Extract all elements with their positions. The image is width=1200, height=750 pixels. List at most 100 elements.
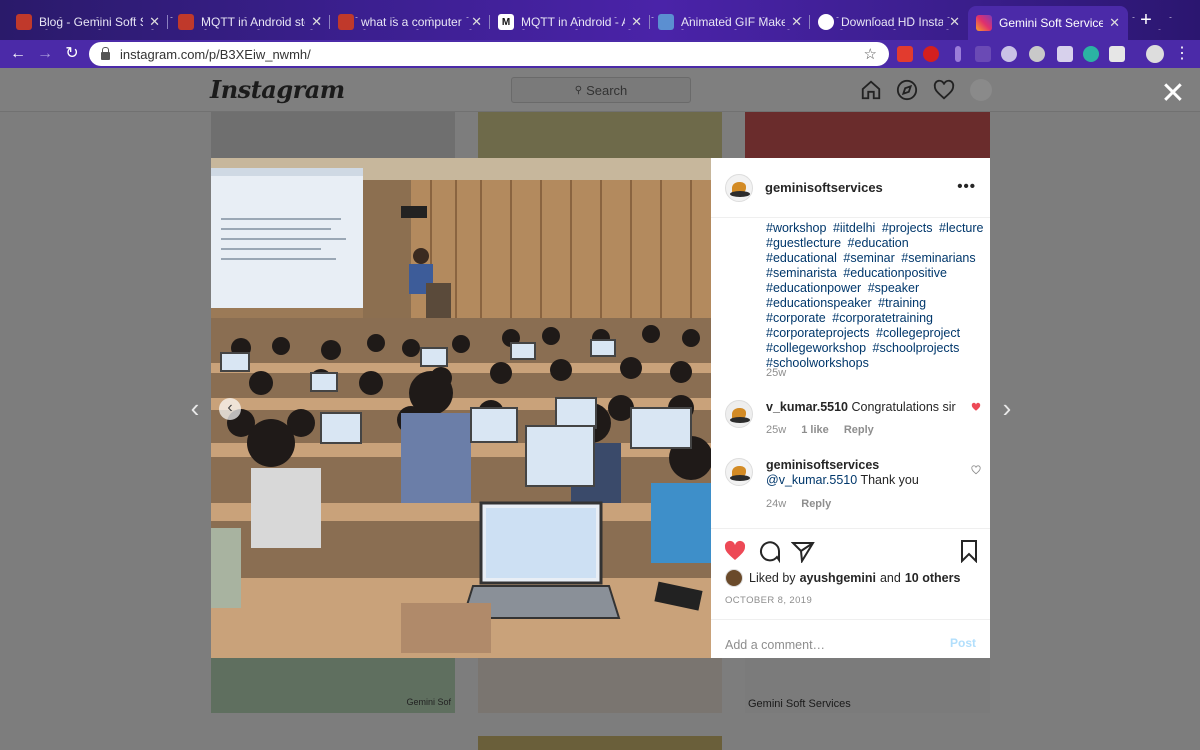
profile-avatar-icon[interactable] — [1146, 45, 1164, 63]
tab-gemini-instagram[interactable]: Gemini Soft Services ✕ — [968, 6, 1128, 40]
new-tab-button[interactable]: + — [1136, 10, 1156, 30]
blog-favicon-icon — [16, 14, 32, 30]
hashtag-link[interactable]: #guestlecture — [766, 236, 841, 250]
extension-icon[interactable] — [975, 46, 991, 62]
hashtag-link[interactable]: #projects — [882, 221, 933, 235]
comment-like-heart-icon[interactable] — [971, 402, 981, 412]
post-comment-button[interactable]: Post — [950, 636, 976, 650]
extension-icon[interactable] — [897, 46, 913, 62]
hashtag-link[interactable]: #corporateprojects — [766, 326, 870, 340]
activity-heart-icon[interactable] — [933, 79, 955, 101]
close-tab-icon[interactable]: ✕ — [949, 14, 960, 30]
browser-tab-strip: Blog - Gemini Soft Ser ✕ MQTT in Android… — [0, 0, 1200, 40]
close-modal-button[interactable]: ✕ — [1160, 79, 1186, 109]
close-tab-icon[interactable]: ✕ — [791, 14, 802, 30]
commenter-avatar[interactable] — [725, 400, 753, 428]
gif-maker-favicon-icon — [658, 14, 674, 30]
comment-username[interactable]: geminisoftservices — [766, 458, 879, 472]
hashtag-link[interactable]: #education — [848, 236, 909, 250]
explore-compass-icon[interactable] — [896, 79, 918, 101]
extension-icon[interactable] — [1083, 46, 1099, 62]
extension-icon[interactable] — [923, 46, 939, 62]
next-post-button[interactable]: › — [997, 395, 1017, 421]
classroom-photo — [211, 158, 711, 658]
extension-icon[interactable] — [1001, 46, 1017, 62]
extension-icon[interactable] — [1029, 46, 1045, 62]
tab-download-instagram[interactable]: Download HD Instagra ✕ — [810, 7, 968, 37]
hashtag-link[interactable]: #iitdelhi — [833, 221, 875, 235]
more-options-icon[interactable]: ••• — [957, 178, 976, 195]
comment-like-heart-icon[interactable] — [971, 465, 981, 475]
author-username[interactable]: geminisoftservices — [765, 180, 883, 195]
menu-dots-icon[interactable]: ⋮ — [1172, 44, 1192, 64]
close-tab-icon[interactable]: ✕ — [149, 14, 160, 30]
post-side-panel: geminisoftservices ••• #workshop #iitdel… — [711, 158, 990, 658]
prev-post-button[interactable]: ‹ — [185, 395, 205, 421]
hashtag-link[interactable]: #seminarista — [766, 266, 837, 280]
reload-icon[interactable]: ↻ — [62, 44, 82, 64]
hashtag-link[interactable]: #speaker — [868, 281, 919, 295]
caption-time: 25w — [766, 367, 787, 379]
hashtag-link[interactable]: #workshop — [766, 221, 826, 235]
instagram-logo[interactable]: Instagram — [210, 75, 345, 104]
comments-list[interactable]: #workshop #iitdelhi #projects #lecture #… — [711, 218, 990, 528]
reply-button[interactable]: Reply — [844, 424, 874, 436]
hashtag-link[interactable]: #seminar — [843, 251, 894, 265]
instagram-favicon-icon — [976, 15, 992, 31]
comment-likes[interactable]: 1 like — [801, 424, 829, 436]
save-bookmark-icon[interactable] — [957, 539, 981, 563]
reply-button[interactable]: Reply — [801, 498, 831, 510]
tab-title: MQTT in Android step — [201, 15, 305, 29]
hashtag-link[interactable]: #educational — [766, 251, 837, 265]
hashtag-link[interactable]: #training — [878, 296, 926, 310]
share-paper-plane-icon[interactable] — [791, 539, 815, 563]
extension-icon[interactable] — [955, 46, 961, 62]
instagram-navbar: Instagram ⚲ Search — [0, 68, 1200, 112]
close-tab-icon[interactable]: ✕ — [1109, 15, 1120, 31]
liked-by-others[interactable]: 10 others — [905, 571, 961, 585]
extension-icon[interactable] — [1109, 46, 1125, 62]
home-icon[interactable] — [860, 79, 882, 101]
liked-by-user[interactable]: ayushgemini — [800, 571, 876, 585]
search-icon: ⚲ — [574, 84, 583, 96]
comment-body: Congratulations sir — [851, 400, 956, 414]
address-bar[interactable]: instagram.com/p/B3XEiw_nwmh/ ☆ — [89, 42, 889, 66]
like-heart-icon[interactable] — [723, 539, 747, 563]
hashtag-link[interactable]: #schoolprojects — [873, 341, 960, 355]
caption-hashtags: #workshop #iitdelhi #projects #lecture #… — [766, 221, 988, 371]
forward-arrow-icon[interactable]: → — [35, 44, 55, 64]
hashtag-link[interactable]: #educationpositive — [843, 266, 947, 280]
hashtag-link[interactable]: #corporatetraining — [832, 311, 933, 325]
hashtag-link[interactable]: #corporate — [766, 311, 826, 325]
tab-gif-maker[interactable]: Animated GIF Maker ✕ — [650, 7, 810, 37]
close-tab-icon[interactable]: ✕ — [311, 14, 322, 30]
author-avatar[interactable] — [725, 173, 753, 202]
bookmark-star-icon[interactable]: ☆ — [864, 45, 877, 63]
extension-icon[interactable] — [1057, 46, 1073, 62]
background-feed-tile — [478, 112, 722, 158]
comment-bubble-icon[interactable] — [757, 539, 781, 563]
tab-computer-program[interactable]: what is a computer pro ✕ — [330, 7, 490, 37]
tab-blog[interactable]: Blog - Gemini Soft Ser ✕ — [8, 7, 168, 37]
hashtag-link[interactable]: #lecture — [939, 221, 983, 235]
tab-mqtt-steps[interactable]: MQTT in Android step ✕ — [170, 7, 330, 37]
hashtag-link[interactable]: #educationspeaker — [766, 296, 872, 310]
add-comment-field[interactable]: Add a comment… Post — [711, 619, 990, 669]
back-arrow-icon[interactable]: ← — [8, 44, 28, 64]
carousel-prev-icon[interactable]: ‹ — [219, 398, 241, 420]
tab-mqtt-medium[interactable]: M MQTT in Android - Ayu ✕ — [490, 7, 650, 37]
close-tab-icon[interactable]: ✕ — [631, 14, 642, 30]
close-tab-icon[interactable]: ✕ — [471, 14, 482, 30]
comment-mention[interactable]: @v_kumar.5510 — [766, 473, 857, 487]
profile-avatar[interactable] — [970, 79, 992, 101]
hashtag-link[interactable]: #educationpower — [766, 281, 861, 295]
commenter-avatar[interactable] — [725, 458, 753, 486]
add-comment-placeholder: Add a comment… — [725, 637, 826, 652]
post-photo[interactable]: ‹ — [211, 158, 711, 658]
hashtag-link[interactable]: #collegeproject — [876, 326, 960, 340]
search-input[interactable]: ⚲ Search — [511, 77, 691, 103]
post-actions: Liked by ayushgemini and 10 others OCTOB… — [711, 528, 990, 666]
hashtag-link[interactable]: #seminarians — [901, 251, 975, 265]
hashtag-link[interactable]: #collegeworkshop — [766, 341, 866, 355]
comment-username[interactable]: v_kumar.5510 — [766, 400, 848, 414]
